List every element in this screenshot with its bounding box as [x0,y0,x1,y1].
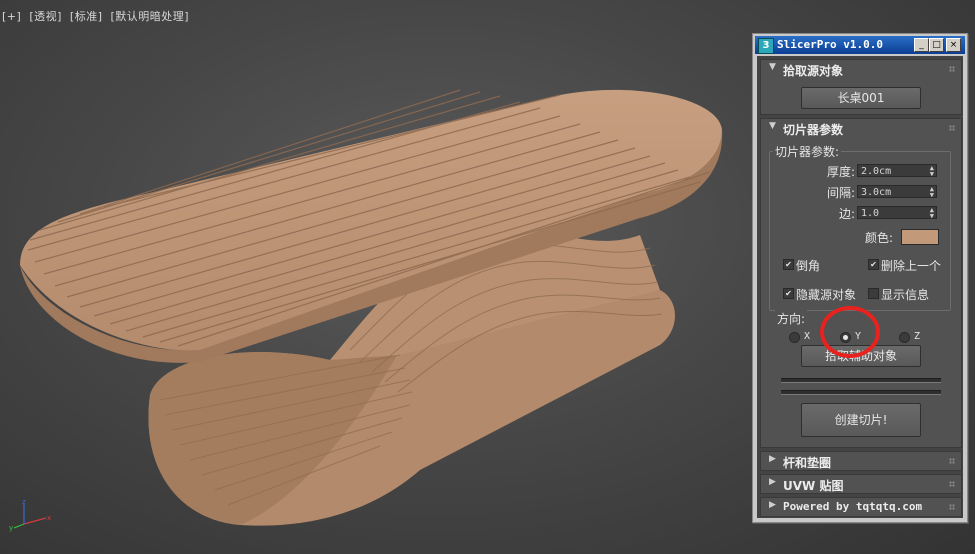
spacing-spinner[interactable]: 3.0cm ▲ ▼ [857,185,937,199]
direction-radio-x[interactable] [789,332,800,343]
spacing-label: 间隔: [826,186,855,200]
spacing-value: 3.0cm [861,187,892,198]
color-swatch[interactable] [901,229,939,245]
show-info-checkbox[interactable] [868,288,879,299]
panel-titlebar[interactable]: 3 SlicerPro v1.0.0 _ □ × [755,36,965,54]
rollout-rods[interactable]: ▶ 杆和垫圈 [760,451,962,471]
pick-source-button[interactable]: 长桌001 [801,87,921,109]
drag-grip-icon[interactable] [949,481,955,487]
spinner-arrows-icon[interactable]: ▲ ▼ [930,207,934,220]
drag-grip-icon[interactable] [949,125,955,131]
minimize-button[interactable]: _ [914,38,929,52]
drag-grip-icon[interactable] [949,504,955,510]
group-title: 切片器参数: [773,143,842,160]
direction-x-label: X [804,331,811,342]
axis-x-label: x [47,514,51,522]
spinner-arrows-icon[interactable]: ▲ ▼ [930,165,934,178]
direction-radio-z[interactable] [899,332,910,343]
rollout-uvw[interactable]: ▶ UVW 贴图 [760,474,962,494]
separator [781,378,941,383]
collapse-arrow-icon: ▼ [769,62,776,72]
hide-source-checkbox[interactable]: ✔ [783,288,794,299]
delete-prev-label: 删除上一个 [881,259,942,273]
rollout-title: 切片器参数 [783,123,844,137]
chamfer-label: 倒角 [796,259,821,273]
axis-gizmo-icon: x z y [9,498,51,532]
rollout-title: Powered by tqtqtq.com [783,500,923,513]
collapse-arrow-icon: ▼ [769,121,776,131]
rollout-title: 杆和垫圈 [783,456,832,470]
maximize-button[interactable]: □ [929,38,944,52]
edge-label: 边: [838,207,855,221]
thickness-spinner[interactable]: 2.0cm ▲ ▼ [857,164,937,178]
separator [781,390,941,395]
drag-grip-icon[interactable] [949,66,955,72]
expand-arrow-icon: ▶ [769,454,776,464]
rollout-pick-source: ▼ 拾取源对象 长桌001 [760,59,962,115]
chamfer-checkbox[interactable]: ✔ [783,259,794,270]
rollout-footer[interactable]: ▶ Powered by tqtqtq.com [760,497,962,517]
axis-y-label: y [9,524,13,532]
thickness-label: 厚度: [826,165,855,179]
rollout-header-footer[interactable]: ▶ Powered by tqtqtq.com [761,498,961,516]
show-info-label: 显示信息 [881,288,930,302]
rollout-header-pick-source[interactable]: ▼ 拾取源对象 [761,60,961,78]
rollout-title: 拾取源对象 [783,64,844,78]
edge-spinner[interactable]: 1.0 ▲ ▼ [857,206,937,220]
slicerpro-panel[interactable]: 3 SlicerPro v1.0.0 _ □ × ▼ 拾取源对象 长桌001 ▼… [752,33,968,523]
hide-source-label: 隐藏源对象 [796,288,857,302]
expand-arrow-icon: ▶ [769,500,776,510]
close-button[interactable]: × [946,38,961,52]
panel-title: SlicerPro v1.0.0 [777,38,883,51]
rollout-slicer-params: ▼ 切片器参数 切片器参数: 厚度: 2.0cm ▲ ▼ 间隔: 3.0cm ▲ ▼… [760,118,962,448]
color-label: 颜色: [864,231,893,245]
expand-arrow-icon: ▶ [769,477,776,487]
rollout-header-rods[interactable]: ▶ 杆和垫圈 [761,452,961,470]
spinner-arrows-icon[interactable]: ▲ ▼ [930,186,934,199]
edge-value: 1.0 [861,208,880,219]
direction-title: 方向: [775,310,808,327]
delete-prev-checkbox[interactable]: ✔ [868,259,879,270]
create-slices-button[interactable]: 创建切片! [801,403,921,437]
rollout-title: UVW 贴图 [783,479,844,493]
direction-z-label: Z [914,331,921,342]
axis-z-label: z [22,498,26,506]
app-icon: 3 [758,38,774,54]
thickness-value: 2.0cm [861,166,892,177]
rollout-header-slicer-params[interactable]: ▼ 切片器参数 [761,119,961,137]
panel-body: ▼ 拾取源对象 长桌001 ▼ 切片器参数 切片器参数: 厚度: 2.0cm ▲… [757,56,963,518]
drag-grip-icon[interactable] [949,458,955,464]
highlight-circle-annotation [820,306,880,358]
rollout-header-uvw[interactable]: ▶ UVW 贴图 [761,475,961,493]
